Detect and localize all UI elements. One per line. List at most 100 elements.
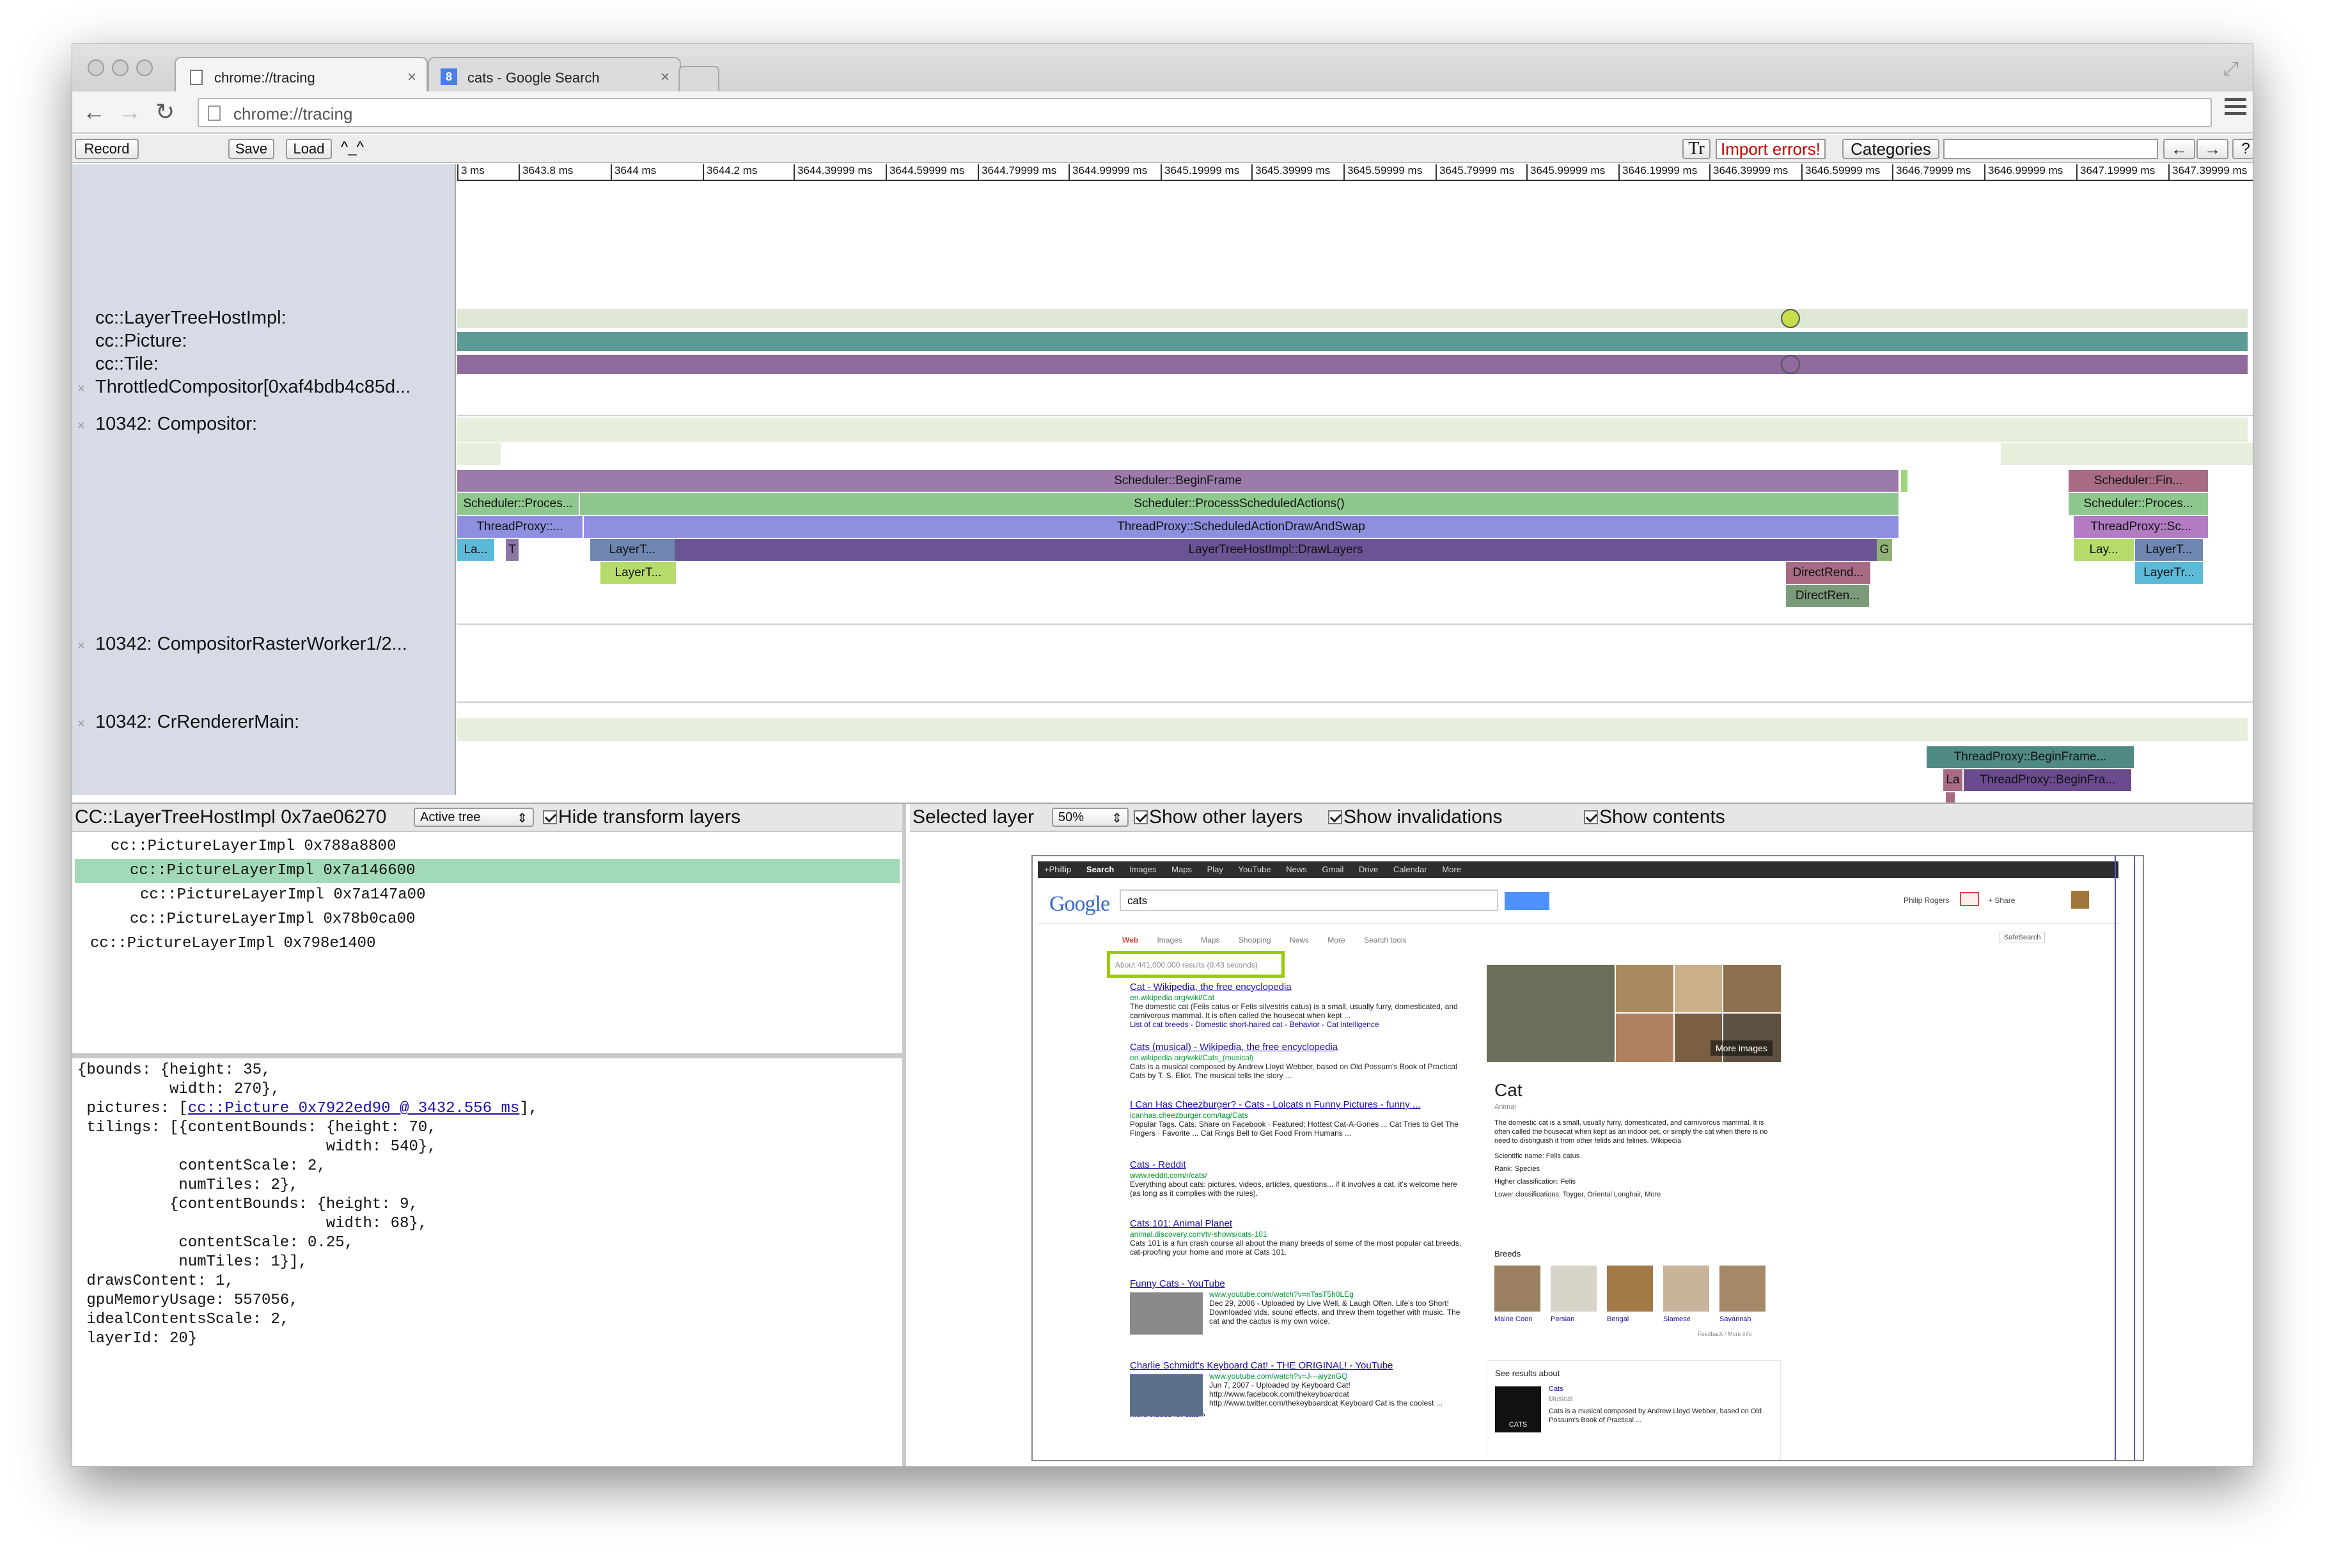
show-other-toggle[interactable]: Show other layers (1134, 806, 1303, 828)
google-nav-item[interactable]: Images (1157, 936, 1182, 945)
slice-layer-tr[interactable]: LayerTr... (2135, 562, 2203, 584)
tr-button[interactable]: Tr (1682, 139, 1710, 159)
result-title[interactable]: I Can Has Cheezburger? - Cats - Lolcats … (1130, 1099, 1462, 1111)
layer-item[interactable]: cc::PictureLayerImpl 0x7a147a00 (75, 883, 900, 907)
gbar-item[interactable]: News (1286, 865, 1307, 874)
video-thumbnail[interactable] (1130, 1292, 1203, 1335)
result-url[interactable]: www.youtube.com/watch?v=J---aiyznGQ (1209, 1372, 1462, 1381)
see-result-title[interactable]: Cats (1549, 1385, 1563, 1393)
breed-image[interactable] (1494, 1266, 1540, 1312)
gbar-item[interactable]: Search (1086, 865, 1114, 874)
picture-band[interactable] (457, 332, 2248, 351)
layer-host-band[interactable] (457, 309, 2248, 328)
slice-g[interactable]: G (1877, 539, 1892, 561)
fullscreen-icon[interactable]: ⤢ (2223, 58, 2239, 80)
window-minimize-light[interactable] (112, 59, 129, 76)
time-ruler[interactable]: 3 ms 3643.8 ms 3644 ms 3644.2 ms 3644.39… (457, 164, 2253, 181)
google-search-button[interactable] (1505, 892, 1549, 910)
slice-la2[interactable]: La (1943, 769, 1962, 791)
slice-lay[interactable]: Lay... (2074, 539, 2134, 561)
layer-item[interactable]: cc::PictureLayerImpl 0x788a8800 (75, 835, 900, 859)
google-nav-item[interactable]: News (1290, 936, 1309, 945)
find-next-button[interactable]: → (2196, 139, 2228, 159)
categories-button[interactable]: Categories (1842, 139, 1939, 159)
panel-splitter[interactable] (72, 1053, 902, 1058)
record-button[interactable]: Record (75, 139, 139, 159)
video-thumbnail[interactable] (1130, 1374, 1203, 1416)
slice-la[interactable]: La... (457, 539, 494, 561)
slice[interactable] (1901, 470, 1907, 492)
close-track-icon[interactable]: × (77, 717, 85, 732)
result-title[interactable]: Cats - Reddit (1130, 1159, 1462, 1171)
show-invalidations-toggle[interactable]: Show invalidations (1328, 806, 1502, 828)
gbar-item[interactable]: Images (1129, 865, 1157, 874)
google-user[interactable]: Philip Rogers (1904, 896, 1949, 905)
tab-tracing[interactable]: chrome://tracing × (175, 57, 428, 91)
slice-layer-t2[interactable]: LayerT... (600, 562, 676, 584)
safesearch-button[interactable]: SafeSearch (2000, 932, 2046, 943)
forward-arrow-icon[interactable]: → (118, 99, 141, 125)
layer-item-selected[interactable]: cc::PictureLayerImpl 0x7a146600 (75, 859, 900, 883)
gbar-item[interactable]: +Phillip (1044, 865, 1071, 874)
result-url[interactable]: en.wikipedia.org/wiki/Cat (1130, 993, 1462, 1002)
google-nav-item[interactable]: Shopping (1239, 936, 1271, 945)
kp-feedback[interactable]: Feedback / More info (1698, 1331, 1752, 1337)
window-close-light[interactable] (88, 59, 104, 76)
slice-sched-proces2[interactable]: Scheduler::Proces... (2069, 493, 2208, 515)
google-search-input[interactable]: cats (1120, 890, 1498, 911)
renderer-main-band[interactable] (457, 718, 2248, 741)
result-title[interactable]: Charlie Schmidt's Keyboard Cat! - THE OR… (1130, 1360, 1462, 1372)
breed-caption[interactable]: Bengal (1607, 1315, 1629, 1323)
close-tab-icon[interactable]: × (661, 68, 669, 86)
avatar[interactable] (2071, 891, 2089, 909)
slice-tp-begin-frame[interactable]: ThreadProxy::BeginFrame... (1927, 746, 2134, 768)
notification-icon[interactable] (1960, 892, 1979, 906)
help-button[interactable]: ? (2232, 139, 2253, 159)
result-url[interactable]: www.reddit.com/r/cats/ (1130, 1171, 1462, 1180)
slice-scheduled-action[interactable]: ThreadProxy::ScheduledActionDrawAndSwap (584, 516, 1898, 538)
slice-layer-t1[interactable]: LayerT... (590, 539, 675, 561)
result-url[interactable]: icanhas.cheezburger.com/tag/Cats (1130, 1111, 1462, 1120)
slice-layer-t3[interactable]: LayerT... (2135, 539, 2203, 561)
find-previous-button[interactable]: ← (2163, 139, 2195, 159)
cat-image[interactable] (1723, 965, 1781, 1012)
result-url[interactable]: animal.discovery.com/tv-shows/cats-101 (1130, 1230, 1462, 1239)
slice-direct-rend[interactable]: DirectRend... (1786, 562, 1870, 584)
cats-musical-logo[interactable]: CATS (1495, 1386, 1541, 1432)
gbar-item[interactable]: Play (1207, 865, 1223, 874)
close-track-icon[interactable]: × (77, 382, 85, 396)
cat-image[interactable] (1616, 1014, 1673, 1062)
layer-preview[interactable]: +Phillip Search Images Maps Play YouTube… (1031, 855, 2144, 1461)
cat-image[interactable] (1675, 965, 1722, 1012)
layer-item[interactable]: cc::PictureLayerImpl 0x798e1400 (75, 932, 900, 956)
slice-sched-fin[interactable]: Scheduler::Fin... (2069, 470, 2208, 492)
google-nav-web[interactable]: Web (1122, 936, 1138, 945)
slice-begin-frame[interactable]: Scheduler::BeginFrame (457, 470, 1898, 492)
google-nav-item[interactable]: Search tools (1364, 936, 1407, 945)
picture-link[interactable]: cc::Picture 0x7922ed90 @ 3432.556 ms (188, 1100, 519, 1117)
gbar-item[interactable]: Calendar (1393, 865, 1427, 874)
reload-icon[interactable]: ↻ (155, 99, 175, 125)
close-track-icon[interactable]: × (77, 639, 85, 654)
breed-caption[interactable]: Maine Coon (1494, 1315, 1532, 1323)
close-track-icon[interactable]: × (77, 419, 85, 434)
gbar-item[interactable]: Maps (1171, 865, 1192, 874)
result-title[interactable]: Funny Cats - YouTube (1130, 1278, 1462, 1290)
save-button[interactable]: Save (228, 139, 274, 159)
back-arrow-icon[interactable]: ← (82, 99, 106, 125)
close-tab-icon[interactable]: × (407, 68, 416, 86)
result-title[interactable]: Cats (musical) - Wikipedia, the free enc… (1130, 1042, 1462, 1053)
slice-direct-ren[interactable]: DirectRen... (1786, 585, 1869, 607)
breed-image[interactable] (1607, 1266, 1653, 1312)
compositor-async-slice[interactable] (457, 443, 501, 465)
tile-band[interactable] (457, 355, 2248, 374)
breed-image[interactable] (1719, 1266, 1765, 1312)
import-errors-button[interactable]: Import errors! (1716, 139, 1826, 159)
show-contents-toggle[interactable]: Show contents (1584, 806, 1725, 828)
google-nav-item[interactable]: More (1327, 936, 1345, 945)
tree-select[interactable]: Active tree ⇕ (414, 808, 534, 827)
cat-images[interactable]: More images (1487, 965, 1781, 1062)
breed-caption[interactable]: Siamese (1663, 1315, 1691, 1323)
gbar-item[interactable]: More (1442, 865, 1461, 874)
google-nav-item[interactable]: Maps (1201, 936, 1219, 945)
